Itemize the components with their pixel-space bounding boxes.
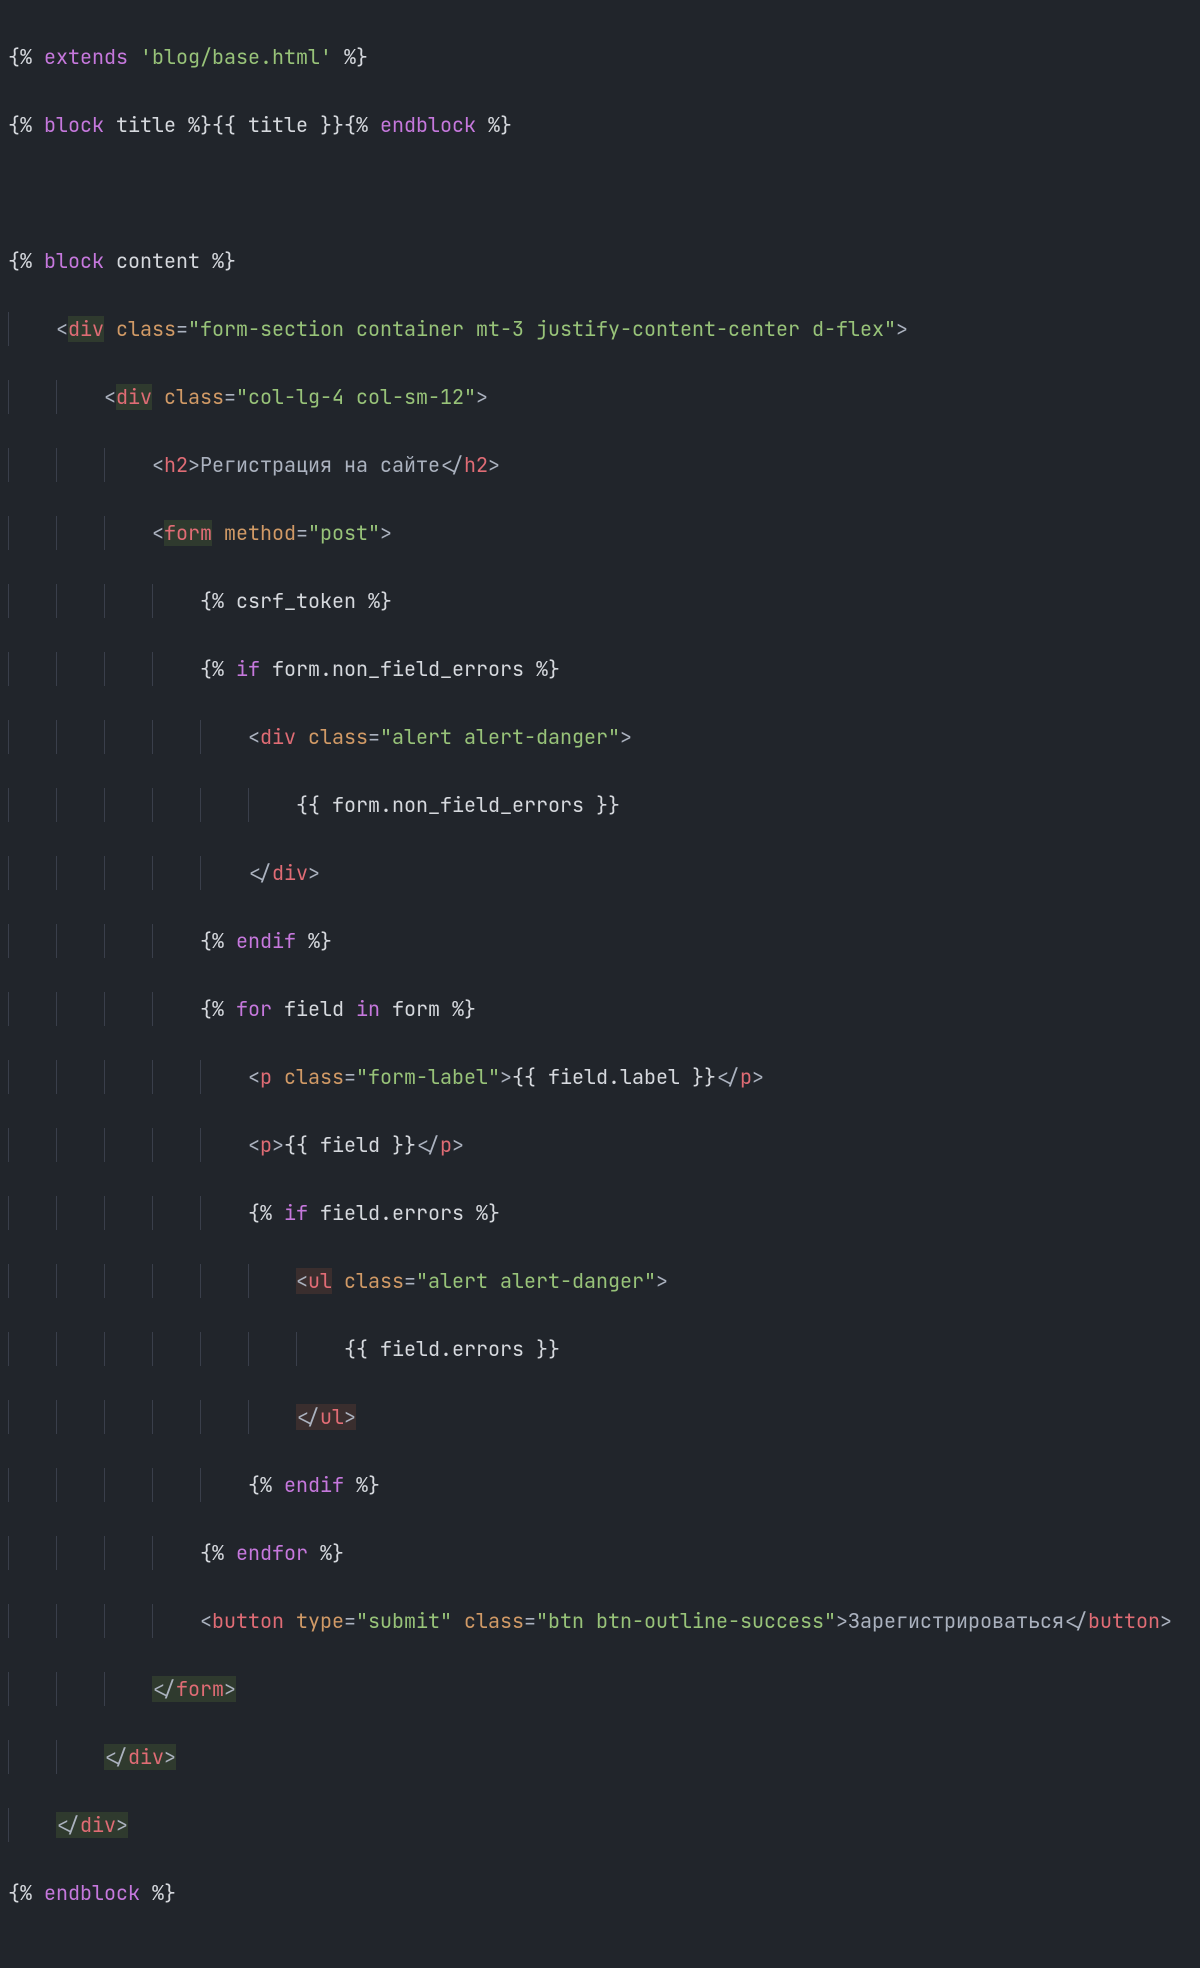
tag-ul: ul [308, 1268, 332, 1294]
tag-p-close: p [740, 1064, 752, 1090]
property: .errors [440, 1336, 524, 1362]
text-content: Регистрация на сайте [200, 452, 440, 478]
variable: title [248, 112, 308, 138]
tag-div: div [68, 316, 104, 342]
attr-class: class [164, 384, 224, 410]
identifier: field [320, 1200, 380, 1226]
tag-form: form [164, 520, 212, 546]
code-line[interactable]: {% endfor %} [8, 1536, 1192, 1570]
keyword-block: block [44, 248, 104, 274]
string-literal: "col-lg-4 col-sm-12" [236, 384, 476, 410]
block-name: title [116, 112, 176, 138]
code-line[interactable]: <h2>Регистрация на сайте</h2> [8, 448, 1192, 482]
code-line[interactable]: {{ field.errors }} [8, 1332, 1192, 1366]
attr-class: class [308, 724, 368, 750]
keyword-in: in [356, 996, 380, 1022]
token-csrf: csrf_token [236, 588, 356, 614]
string-literal: "form-label" [356, 1064, 500, 1090]
code-line[interactable]: <form method="post"> [8, 516, 1192, 550]
tag-form-close: form [176, 1676, 224, 1702]
code-line[interactable]: <p>{{ field }}</p> [8, 1128, 1192, 1162]
loop-var: field [284, 996, 344, 1022]
code-editor[interactable]: {% extends 'blog/base.html' %} {% block … [0, 0, 1200, 1968]
tag-button: button [212, 1608, 284, 1634]
code-line[interactable]: </form> [8, 1672, 1192, 1706]
string-literal: "form-section container mt-3 justify-con… [188, 316, 896, 342]
string-literal: 'blog/base.html' [140, 44, 332, 70]
template-delim: {% [8, 44, 32, 70]
tag-div: div [116, 384, 152, 410]
identifier: form [272, 656, 320, 682]
attr-method: method [224, 520, 296, 546]
attr-class: class [284, 1064, 344, 1090]
string-literal: "post" [308, 520, 380, 546]
property: .label [608, 1064, 680, 1090]
tag-p-close: p [440, 1132, 452, 1158]
tag-div-close: div [128, 1744, 164, 1770]
property: .non_field_errors [380, 792, 584, 818]
code-line[interactable]: {% if form.non_field_errors %} [8, 652, 1192, 686]
code-line[interactable]: <div class="form-section container mt-3 … [8, 312, 1192, 346]
keyword-for: for [236, 996, 272, 1022]
identifier: field [380, 1336, 440, 1362]
keyword-endif: endif [236, 928, 296, 954]
code-line[interactable]: {% endblock %} [8, 1876, 1192, 1910]
tag-h2: h2 [164, 452, 188, 478]
tag-button-close: button [1088, 1608, 1160, 1634]
tag-div: div [260, 724, 296, 750]
code-line[interactable]: {% block content %} [8, 244, 1192, 278]
code-line[interactable]: {% if field.errors %} [8, 1196, 1192, 1230]
string-literal: "submit" [356, 1608, 452, 1634]
keyword-block: block [44, 112, 104, 138]
attr-class: class [344, 1268, 404, 1294]
code-line[interactable]: </div> [8, 1808, 1192, 1842]
code-line-blank[interactable] [8, 176, 1192, 210]
code-line[interactable]: <ul class="alert alert-danger"> [8, 1264, 1192, 1298]
tag-ul-close: ul [320, 1404, 344, 1430]
identifier: field [320, 1132, 380, 1158]
keyword-endif: endif [284, 1472, 344, 1498]
code-line[interactable]: <div class="col-lg-4 col-sm-12"> [8, 380, 1192, 414]
keyword-endblock: endblock [380, 112, 476, 138]
code-line[interactable]: <p class="form-label">{{ field.label }}<… [8, 1060, 1192, 1094]
code-line[interactable]: </ul> [8, 1400, 1192, 1434]
keyword-endfor: endfor [236, 1540, 308, 1566]
string-literal: "alert alert-danger" [380, 724, 620, 750]
text-content: Зарегистрироваться [848, 1608, 1064, 1634]
code-line[interactable]: </div> [8, 1740, 1192, 1774]
keyword-if: if [236, 656, 260, 682]
code-line[interactable]: {% block title %}{{ title }}{% endblock … [8, 108, 1192, 142]
string-literal: "btn btn-outline-success" [536, 1608, 836, 1634]
keyword-extends: extends [44, 44, 128, 70]
code-line[interactable]: </div> [8, 856, 1192, 890]
code-line[interactable]: {% extends 'blog/base.html' %} [8, 40, 1192, 74]
tag-p: p [260, 1132, 272, 1158]
attr-class: class [116, 316, 176, 342]
attr-class: class [464, 1608, 524, 1634]
tag-div-close: div [80, 1812, 116, 1838]
code-line[interactable]: {% for field in form %} [8, 992, 1192, 1026]
attr-type: type [296, 1608, 344, 1634]
identifier: form [332, 792, 380, 818]
code-line[interactable]: {% csrf_token %} [8, 584, 1192, 618]
property: .non_field_errors [320, 656, 524, 682]
identifier: form [392, 996, 440, 1022]
code-line[interactable]: {{ form.non_field_errors }} [8, 788, 1192, 822]
tag-h2-close: h2 [464, 452, 488, 478]
keyword-endblock: endblock [44, 1880, 140, 1906]
code-line[interactable]: <div class="alert alert-danger"> [8, 720, 1192, 754]
tag-div-close: div [272, 860, 308, 886]
code-line[interactable]: <button type="submit" class="btn btn-out… [8, 1604, 1192, 1638]
property: .errors [380, 1200, 464, 1226]
tag-p: p [260, 1064, 272, 1090]
block-name: content [116, 248, 200, 274]
code-line[interactable]: {% endif %} [8, 1468, 1192, 1502]
keyword-if: if [284, 1200, 308, 1226]
string-literal: "alert alert-danger" [416, 1268, 656, 1294]
indent-guide [8, 312, 56, 346]
identifier: field [548, 1064, 608, 1090]
code-line[interactable]: {% endif %} [8, 924, 1192, 958]
